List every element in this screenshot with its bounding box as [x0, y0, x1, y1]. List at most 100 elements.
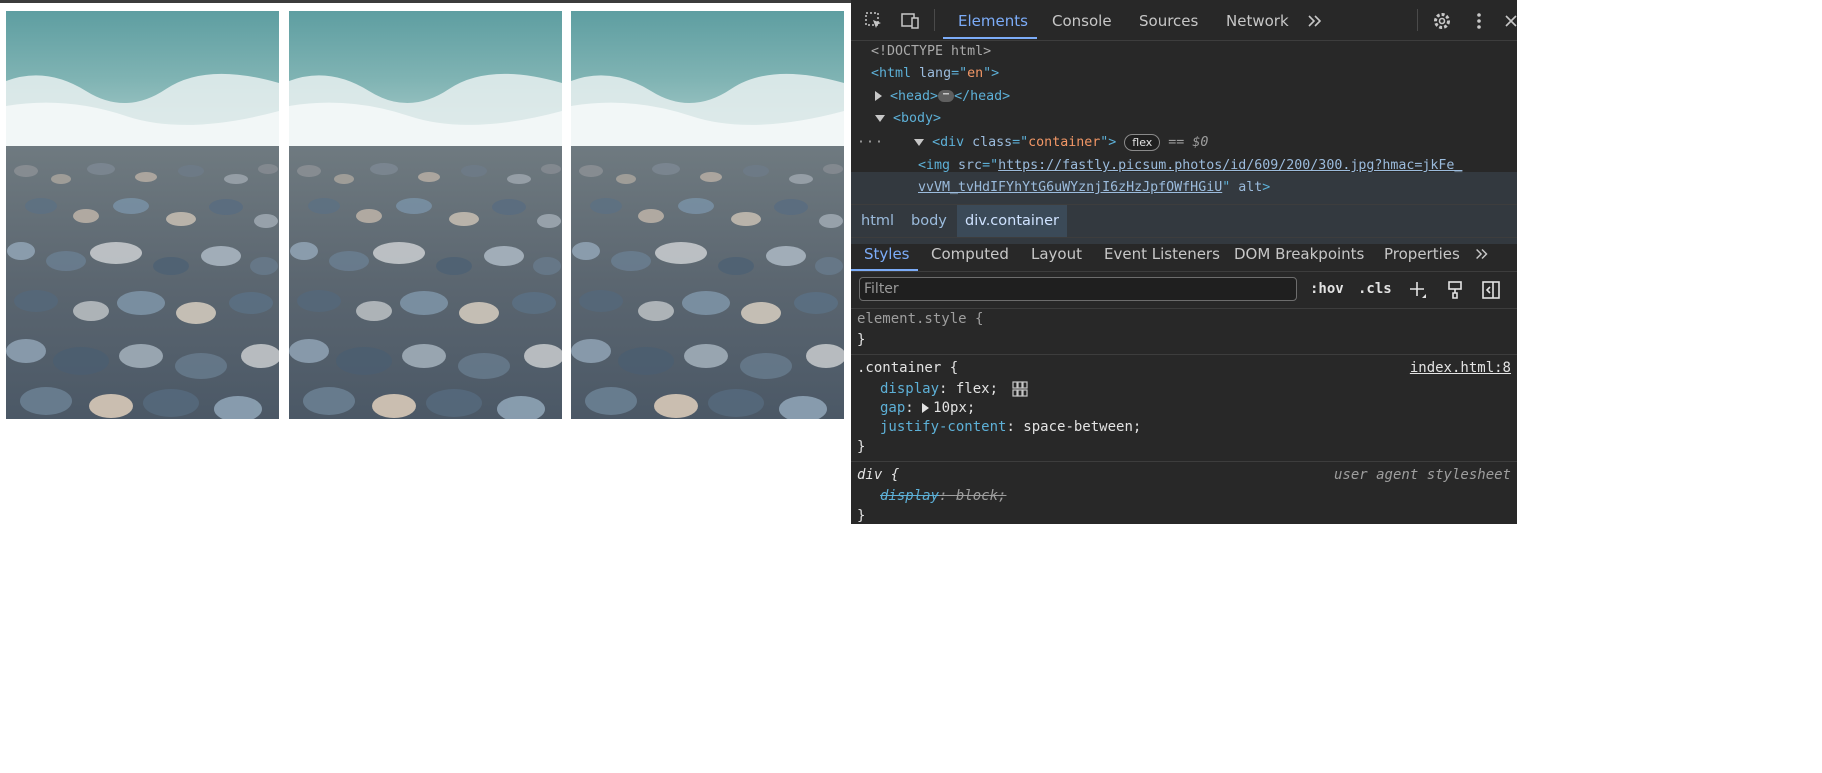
prop-name: justify-content [880, 419, 1007, 435]
div-selector: div { [857, 467, 900, 483]
colon: : [939, 381, 956, 397]
more-tabs-icon[interactable] [1305, 11, 1325, 31]
active-tab-indicator [943, 37, 1037, 39]
breadcrumb-html[interactable]: html [853, 205, 902, 237]
styles-filter-input[interactable] [859, 277, 1297, 301]
tab-sources[interactable]: Sources [1139, 12, 1198, 30]
tab-event-listeners[interactable]: Event Listeners [1104, 245, 1220, 263]
breadcrumb-div-container[interactable]: div.container [957, 205, 1068, 237]
ua-rule-selector[interactable]: div { [857, 465, 899, 485]
pebble-photo-graphic [289, 11, 562, 419]
collapsed-ellipsis-icon[interactable]: ⋯ [938, 90, 955, 102]
dom-node-html[interactable]: <html lang="en"> [871, 63, 999, 85]
rule-close: } [857, 330, 865, 350]
toolbar-separator [934, 9, 935, 31]
prop-value: 10px; [933, 400, 976, 416]
body-open-tag: <body> [893, 111, 942, 126]
pebble-image-2 [289, 11, 562, 419]
element-state-paint-icon[interactable] [1445, 280, 1465, 300]
close-brace: } [857, 508, 866, 524]
more-subtabs-icon[interactable] [1473, 245, 1491, 263]
rule-divider [851, 354, 1517, 355]
tab-dom-breakpoints[interactable]: DOM Breakpoints [1234, 245, 1364, 263]
html-lang-value: en [967, 66, 984, 81]
img-src-link-continued[interactable]: vvVM_tvHdIFYhYtG6uWYznjI6zHzJpfOWfHGiU [918, 180, 1222, 195]
source-link[interactable]: index.html:8 [1410, 360, 1511, 376]
hov-toggle-button[interactable]: :hov [1310, 281, 1344, 297]
dom-node-div-container[interactable]: ··· <div class="container"> flex == $0 [857, 132, 1512, 154]
div-open-tag: <div [932, 135, 965, 150]
toolbar-separator [1417, 9, 1418, 31]
device-toolbar-icon[interactable] [900, 11, 920, 31]
element-style-rule[interactable]: element.style { [857, 309, 983, 329]
tab-styles[interactable]: Styles [864, 245, 910, 263]
collapse-triangle-icon[interactable] [914, 138, 925, 146]
close-icon[interactable] [1501, 11, 1517, 31]
tab-properties[interactable]: Properties [1384, 245, 1460, 263]
decl-justify-content[interactable]: justify-content: space-between; [880, 417, 1141, 437]
kebab-menu-icon[interactable] [1469, 11, 1489, 31]
dom-node-head[interactable]: <head> ⋯ </head> [875, 86, 1010, 108]
expand-triangle-icon[interactable] [875, 91, 882, 101]
tab-network[interactable]: Network [1226, 12, 1289, 30]
tab-layout[interactable]: Layout [1031, 245, 1082, 263]
flexbox-editor-icon[interactable] [1012, 381, 1029, 397]
colon: : [905, 400, 923, 416]
dom-node-img[interactable]: <img src="https://fastly.picsum.photos/i… [918, 155, 1462, 177]
div-class-value: container [1028, 135, 1101, 150]
page-top-strip [0, 0, 851, 3]
pebble-photo-graphic [6, 11, 279, 419]
prop-name: gap [880, 400, 906, 416]
head-open-tag: <head> [890, 89, 939, 104]
element-style-selector: element.style { [857, 311, 984, 327]
devtools-toolbar: Elements Console Sources Network [851, 0, 1517, 41]
breadcrumb-body[interactable]: body [903, 205, 955, 237]
user-agent-label: user agent stylesheet [1333, 467, 1511, 483]
decl-display[interactable]: display: flex; [880, 379, 1029, 399]
colon: : [939, 488, 956, 504]
toggle-sidebar-icon[interactable] [1481, 280, 1501, 300]
img-open-tag: <img [918, 158, 951, 173]
cls-toggle-button[interactable]: .cls [1358, 281, 1392, 297]
html-open-tag: <html [871, 66, 912, 81]
prop-name: display [880, 381, 940, 397]
colon: : [1006, 419, 1024, 435]
ua-rule-source: user agent stylesheet [1334, 465, 1511, 485]
tab-elements[interactable]: Elements [958, 12, 1028, 30]
active-subtab-indicator [851, 269, 918, 271]
close-brace: } [857, 439, 866, 455]
doctype-text: <!DOCTYPE html> [871, 44, 992, 59]
new-style-rule-icon[interactable] [1408, 280, 1428, 300]
div-class-attr: class [972, 135, 1013, 150]
attr-close: "> [1100, 135, 1117, 150]
tag-close: > [1262, 180, 1271, 195]
node-actions-ellipsis-icon[interactable]: ··· [857, 135, 884, 150]
sidebar-tabs: Styles Computed Layout Event Listeners D… [851, 237, 1517, 272]
collapse-triangle-icon[interactable] [875, 114, 885, 122]
img-src-link[interactable]: https://fastly.picsum.photos/id/609/200/… [998, 158, 1462, 173]
attr-close: "> [983, 66, 1000, 81]
rule-divider [851, 461, 1517, 462]
gear-icon[interactable] [1432, 11, 1452, 31]
devtools-panel: Elements Console Sources Network <!DOCTY… [851, 0, 1517, 524]
expand-shorthand-icon[interactable] [922, 403, 930, 413]
styles-pane: element.style { } .container { index.htm… [851, 309, 1517, 524]
pebble-image-1 [6, 11, 279, 419]
container-rule-selector[interactable]: .container { [857, 358, 958, 378]
tab-computed[interactable]: Computed [931, 245, 1009, 263]
head-close-tag: </head> [954, 89, 1011, 104]
decl-gap[interactable]: gap: 10px; [880, 398, 975, 418]
dom-node-img-continued[interactable]: vvVM_tvHdIFYhYtG6uWYznjI6zHzJpfOWfHGiU" … [918, 177, 1270, 199]
pebble-photo-graphic [571, 11, 844, 419]
ua-decl-display[interactable]: display: block; [880, 486, 1006, 506]
dom-node-body[interactable]: <body> [875, 108, 941, 130]
dom-node-doctype[interactable]: <!DOCTYPE html> [871, 41, 991, 63]
tab-console[interactable]: Console [1052, 12, 1112, 30]
attr-eq: =" [951, 66, 968, 81]
img-alt-attr: alt [1238, 180, 1263, 195]
attr-eq: =" [1012, 135, 1029, 150]
flex-badge[interactable]: flex [1124, 133, 1161, 151]
container-rule-source[interactable]: index.html:8 [1410, 358, 1511, 378]
inspect-element-icon[interactable] [864, 11, 884, 31]
rule-close: } [857, 437, 865, 457]
